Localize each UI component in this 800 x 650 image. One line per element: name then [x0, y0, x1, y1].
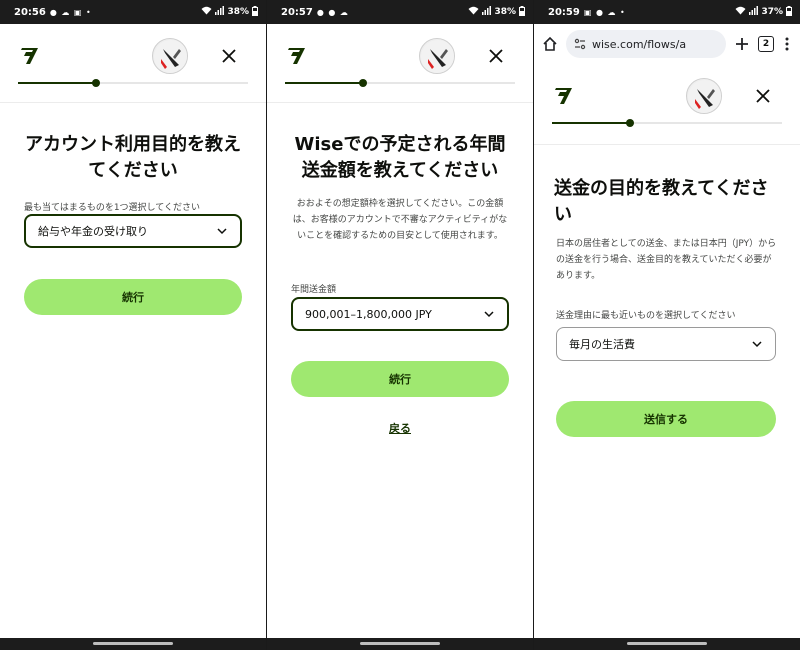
annual-amount-select[interactable]: 900,001–1,800,000 JPY [291, 297, 509, 331]
field-label: 年間送金額 [291, 285, 337, 295]
description: 日本の居住者としての送金、または日本円（JPY）からの送金を行う場合、送金目的を… [556, 239, 777, 281]
screen-transfer-purpose: 20:59 ▣ ● ☁ • 37% wise.com/flows/a 2 送金の… [534, 0, 800, 650]
url-text: wise.com/flows/a [592, 37, 687, 51]
description: おおよその想定額枠を選択してください。この金額は、お客様のアカウントで不審なアク… [292, 199, 508, 241]
signal-icon [482, 6, 492, 18]
screen-account-purpose: 20:56 ● ☁ ▣ • 38% アカウント利用目的を教えてください 最も当て… [0, 0, 266, 650]
close-button[interactable] [218, 46, 240, 68]
chevron-down-icon [483, 308, 495, 320]
signal-icon [749, 6, 759, 18]
chevron-down-icon [751, 338, 763, 350]
flow-header [534, 64, 800, 136]
address-bar[interactable]: wise.com/flows/a [566, 30, 726, 58]
home-gesture-bar[interactable] [627, 642, 707, 645]
battery-icon [786, 5, 792, 19]
close-button[interactable] [752, 86, 774, 108]
progress-marker [359, 79, 368, 87]
home-gesture-bar[interactable] [360, 642, 440, 645]
status-bar: 20:57 ● ● ☁ 38% [267, 0, 533, 24]
chevron-down-icon [216, 225, 228, 237]
battery-icon [519, 5, 525, 19]
battery-level: 37% [761, 7, 783, 17]
status-bar: 20:56 ● ☁ ▣ • 38% [0, 0, 266, 24]
status-time: 20:59 [548, 6, 580, 18]
system-nav-bar [0, 638, 266, 650]
continue-button[interactable]: 続行 [291, 361, 509, 397]
close-button[interactable] [485, 46, 507, 68]
avatar[interactable] [686, 78, 722, 114]
transfer-reason-select[interactable]: 毎月の生活費 [556, 327, 776, 361]
page-title: アカウント利用目的を教えてください [25, 134, 241, 181]
avatar[interactable] [419, 38, 455, 74]
home-icon[interactable] [542, 36, 558, 52]
wifi-icon [201, 6, 212, 18]
browser-toolbar: wise.com/flows/a 2 [534, 24, 800, 64]
wise-logo-icon[interactable] [285, 46, 307, 66]
header-divider [0, 102, 266, 103]
battery-level: 38% [494, 7, 516, 17]
field-label: 送金理由に最も近いものを選択してください [556, 311, 736, 321]
screen-annual-amount: 20:57 ● ● ☁ 38% Wiseでの予定される年間送金額を教えてください… [267, 0, 533, 650]
system-nav-bar [534, 638, 800, 650]
wise-logo-icon[interactable] [18, 46, 40, 66]
header-divider [267, 102, 533, 103]
notification-icons: ▣ ● ☁ • [583, 7, 626, 17]
select-value: 毎月の生活費 [569, 338, 635, 351]
close-icon [756, 88, 770, 107]
more-menu-icon[interactable] [782, 36, 792, 52]
progress-marker [626, 119, 635, 127]
site-settings-icon[interactable] [574, 38, 586, 50]
page-title: Wiseでの予定される年間送金額を教えてください [294, 134, 506, 181]
battery-icon [252, 5, 258, 19]
progress-marker [92, 79, 101, 87]
notification-icons: ● ☁ ▣ • [49, 7, 92, 17]
close-icon [489, 48, 503, 67]
purpose-select[interactable]: 給与や年金の受け取り [24, 214, 242, 248]
status-time: 20:57 [281, 6, 313, 18]
status-time: 20:56 [14, 6, 46, 18]
select-value: 900,001–1,800,000 JPY [305, 307, 432, 321]
wifi-icon [468, 6, 479, 18]
new-tab-icon[interactable] [734, 36, 750, 52]
progress-bar [285, 79, 515, 87]
battery-level: 38% [227, 7, 249, 17]
tab-switcher-button[interactable]: 2 [758, 36, 774, 52]
header-divider [534, 144, 800, 145]
progress-fill [285, 82, 364, 84]
notification-icons: ● ● ☁ [316, 7, 349, 17]
progress-fill [18, 82, 97, 84]
submit-button[interactable]: 送信する [556, 401, 776, 437]
page-title: 送金の目的を教えてください [554, 178, 769, 225]
home-gesture-bar[interactable] [93, 642, 173, 645]
wifi-icon [735, 6, 746, 18]
status-bar: 20:59 ▣ ● ☁ • 37% [534, 0, 800, 24]
flow-header [0, 24, 266, 96]
progress-bar [552, 119, 782, 127]
close-icon [222, 48, 236, 67]
system-nav-bar [267, 638, 533, 650]
select-value: 給与や年金の受け取り [38, 225, 148, 238]
continue-button[interactable]: 続行 [24, 279, 242, 315]
signal-icon [215, 6, 225, 18]
wise-logo-icon[interactable] [552, 86, 574, 106]
progress-fill [552, 122, 631, 124]
back-link[interactable]: 戻る [267, 420, 533, 436]
field-label: 最も当てはまるものを1つ選択してください [24, 203, 201, 213]
progress-bar [18, 79, 248, 87]
flow-header [267, 24, 533, 96]
avatar[interactable] [152, 38, 188, 74]
